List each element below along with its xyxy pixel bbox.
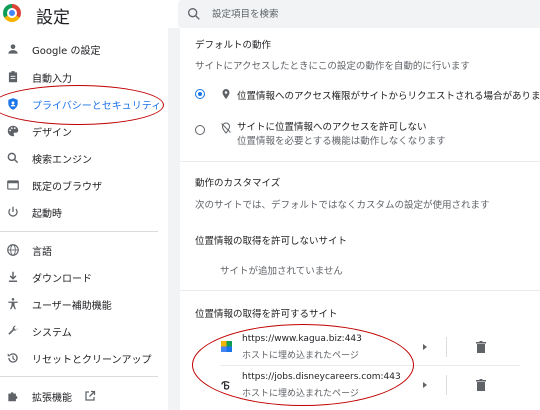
sidebar-item-label: プライバシーとセキュリティ	[32, 100, 162, 112]
site-favicon	[221, 341, 232, 352]
section-description-customize: 次のサイトでは、デフォルトではなくカスタムの設定が使用されます	[195, 200, 490, 211]
sidebar-item-label: 検索エンジン	[32, 154, 92, 166]
page-title: 設定	[36, 8, 70, 28]
sidebar-item-on-startup[interactable]: 起動時	[0, 199, 168, 225]
sidebar: Google の設定 自動入力 プライバシーとセキュリティ デザイン 検索エンジ…	[0, 28, 168, 410]
sidebar-item-label: 起動時	[32, 208, 62, 220]
sidebar-item-label: Google の設定	[32, 45, 101, 57]
section-description-default: サイトにアクセスしたときにこの設定の動作を自動的に行います	[195, 61, 470, 72]
shield-icon	[6, 97, 20, 111]
sidebar-item-google[interactable]: Google の設定	[0, 36, 168, 62]
option-label-block: サイトに位置情報へのアクセスを許可しない	[237, 122, 427, 133]
section-divider	[180, 161, 540, 162]
sidebar-item-label: 言語	[32, 246, 52, 258]
sidebar-item-languages[interactable]: 言語	[0, 237, 168, 263]
search-input[interactable]	[212, 0, 512, 28]
globe-icon	[6, 243, 20, 257]
section-title-default: デフォルトの動作	[195, 40, 272, 51]
radio-block-location[interactable]	[195, 125, 205, 135]
clipboard-icon	[6, 70, 20, 84]
site-subtitle: ホストに埋め込まれたページ	[242, 351, 359, 361]
trash-icon[interactable]	[476, 341, 486, 353]
person-icon	[6, 42, 20, 56]
sidebar-item-label: ダウンロード	[32, 273, 92, 285]
open-in-new-icon	[85, 390, 96, 401]
location-pin-icon	[222, 89, 230, 99]
main-content: デフォルトの動作 サイトにアクセスしたときにこの設定の動作を自動的に行います 位…	[180, 28, 540, 410]
section-title-customize: 動作のカスタマイズ	[195, 178, 281, 189]
sidebar-item-system[interactable]: システム	[0, 318, 168, 344]
restore-icon	[6, 351, 20, 365]
power-icon	[6, 205, 20, 219]
disney-favicon	[221, 381, 230, 390]
download-icon	[6, 270, 20, 284]
wrench-icon	[6, 324, 20, 338]
site-url: https://www.kagua.biz:443	[242, 334, 362, 344]
sidebar-item-autofill[interactable]: 自動入力	[0, 64, 168, 90]
sidebar-item-accessibility[interactable]: ユーザー補助機能	[0, 291, 168, 317]
site-subtitle: ホストに埋め込まれたページ	[242, 389, 359, 399]
sidebar-item-label: リセットとクリーンアップ	[32, 354, 152, 366]
search-box[interactable]	[178, 0, 540, 28]
radio-ask-permission[interactable]	[195, 89, 205, 99]
expand-arrow-icon[interactable]	[423, 382, 427, 388]
chrome-logo-icon	[3, 4, 21, 22]
search-icon	[6, 151, 20, 165]
row-divider	[220, 365, 520, 366]
sidebar-item-search-engine[interactable]: 検索エンジン	[0, 145, 168, 171]
sidebar-item-label: 拡張機能	[32, 392, 72, 404]
location-off-icon	[221, 122, 231, 134]
browser-icon	[6, 178, 20, 192]
sidebar-item-reset[interactable]: リセットとクリーンアップ	[0, 345, 168, 371]
section-title-allowed: 位置情報の取得を許可するサイト	[195, 309, 338, 320]
option-sub-block: 位置情報を必要とする機能は動作しなくなります	[237, 136, 446, 147]
section-divider	[180, 290, 540, 291]
sidebar-item-label: システム	[32, 327, 72, 339]
search-icon	[188, 7, 200, 20]
row-separator	[446, 375, 447, 395]
section-title-blocked: 位置情報の取得を許可しないサイト	[195, 236, 348, 247]
option-label-ask: 位置情報へのアクセス権限がサイトからリクエストされる場合があります	[237, 91, 540, 102]
expand-arrow-icon[interactable]	[423, 344, 427, 350]
blocked-empty-text: サイトが追加されていません	[220, 266, 343, 277]
sidebar-item-label: 既定のブラウザ	[32, 181, 102, 193]
sidebar-item-label: 自動入力	[32, 73, 72, 85]
trash-icon[interactable]	[476, 379, 486, 391]
accessibility-icon	[6, 297, 20, 311]
puzzle-icon	[6, 389, 20, 403]
header-bar: 設定	[0, 0, 540, 28]
row-separator	[446, 337, 447, 357]
site-url: https://jobs.disneycareers.com:443	[242, 372, 401, 382]
sidebar-item-label: デザイン	[32, 127, 72, 139]
sidebar-item-default-browser[interactable]: 既定のブラウザ	[0, 172, 168, 198]
sidebar-item-privacy[interactable]: プライバシーとセキュリティ	[0, 91, 168, 117]
sidebar-item-extensions[interactable]: 拡張機能	[0, 383, 168, 409]
palette-icon	[6, 124, 20, 138]
sidebar-item-appearance[interactable]: デザイン	[0, 118, 168, 144]
sidebar-divider	[0, 376, 158, 377]
sidebar-item-label: ユーザー補助機能	[32, 300, 112, 312]
sidebar-divider	[0, 231, 158, 232]
sidebar-item-downloads[interactable]: ダウンロード	[0, 264, 168, 290]
